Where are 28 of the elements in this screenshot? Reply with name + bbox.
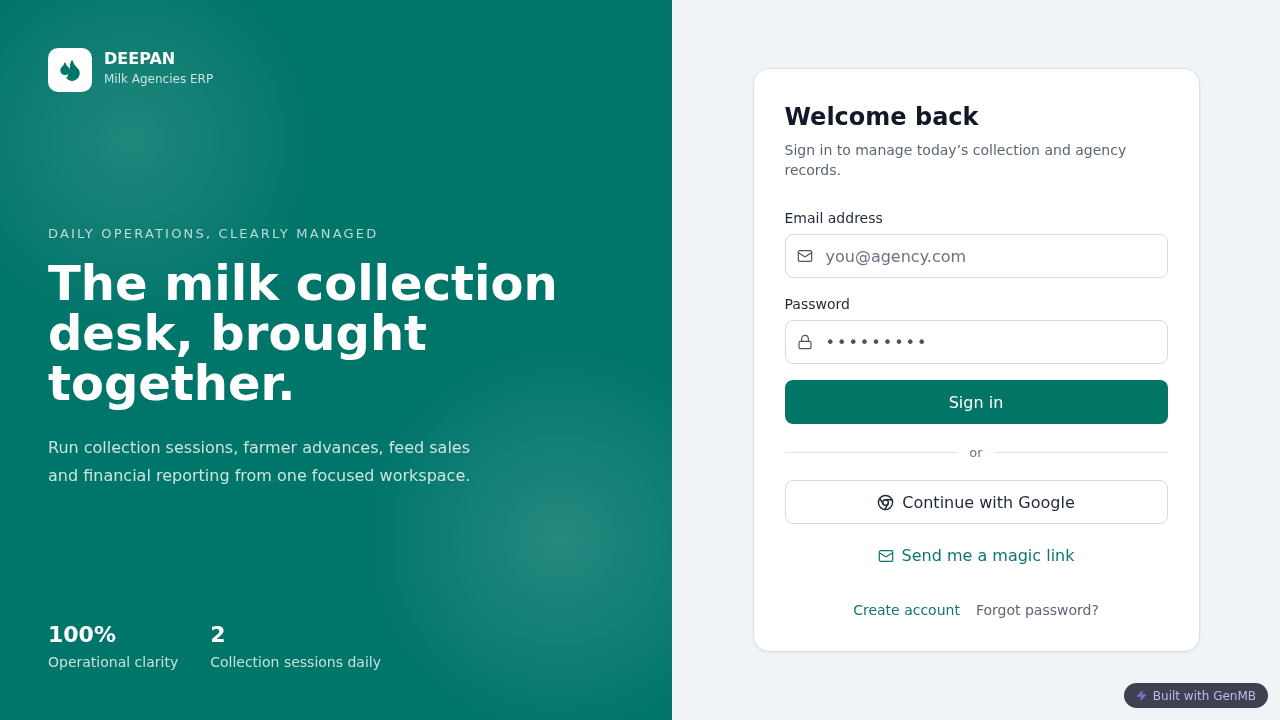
divider-label: or bbox=[969, 444, 983, 460]
card-title: Welcome back bbox=[784, 102, 980, 132]
hero-headline: The milk collection desk, brought together. bbox=[48, 258, 559, 408]
footer-link[interactable]: Create account bbox=[853, 600, 960, 620]
footer-link[interactable]: Forgot password? bbox=[975, 600, 1099, 620]
lightning-icon bbox=[1135, 690, 1147, 701]
lock-icon bbox=[796, 334, 813, 350]
field-label: Password bbox=[784, 295, 851, 314]
stat-label: Operational clarity bbox=[48, 653, 179, 672]
card-subtitle: Sign in to manage today’s collection and agency records. bbox=[784, 141, 1128, 180]
sign-in-button[interactable]: Sign in bbox=[784, 380, 1168, 424]
stat-value: 2 bbox=[210, 622, 227, 648]
eyebrow-text: DAILY OPERATIONS, CLEARLY MANAGED bbox=[48, 225, 380, 243]
stat-value: 100% bbox=[48, 622, 117, 648]
field-label: Email address bbox=[784, 209, 884, 228]
mail-icon bbox=[796, 248, 813, 264]
mail-icon bbox=[877, 548, 894, 564]
brand-tagline: Milk Agencies ERP bbox=[104, 71, 214, 87]
hero-description: Run collection sessions, farmer advances, feed sales and financial reporting from one focused workspace. bbox=[48, 437, 472, 487]
password-field[interactable]: ••••••••• bbox=[784, 320, 1168, 364]
browser-logo-icon bbox=[877, 493, 895, 511]
email-field[interactable]: you@agency.com bbox=[784, 234, 1168, 278]
google-sign-in-button[interactable]: Continue with Google bbox=[784, 480, 1168, 524]
magic-link-button[interactable]: Send me a magic link bbox=[877, 544, 1075, 568]
brand-name: DEEPAN bbox=[104, 49, 177, 69]
built-with-badge[interactable]: Built with GenMB bbox=[1123, 683, 1268, 708]
stat-label: Collection sessions daily bbox=[210, 653, 381, 672]
droplets-logo-icon bbox=[48, 48, 92, 92]
